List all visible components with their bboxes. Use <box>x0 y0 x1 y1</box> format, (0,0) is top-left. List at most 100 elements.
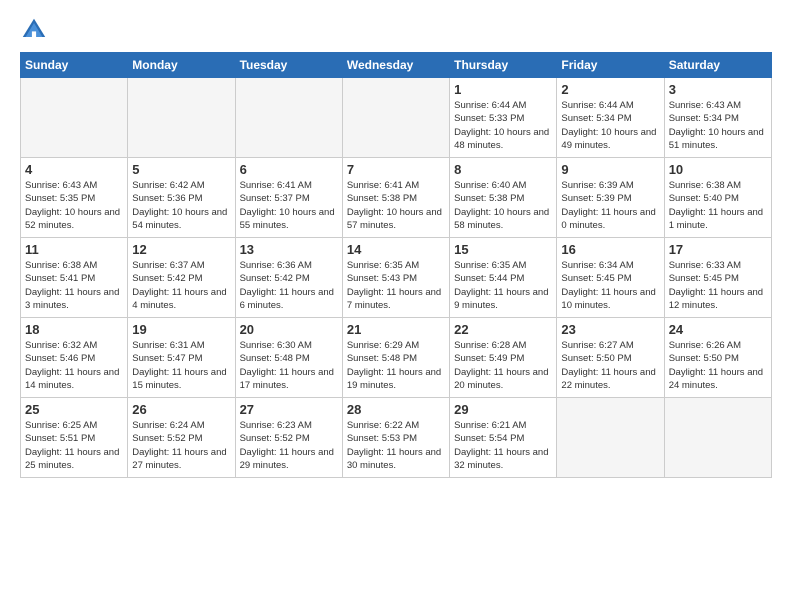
day-number: 27 <box>240 402 338 417</box>
weekday-header-tuesday: Tuesday <box>235 53 342 78</box>
calendar-cell: 1 Sunrise: 6:44 AM Sunset: 5:33 PM Daylig… <box>450 78 557 158</box>
cell-info: Sunrise: 6:43 AM Sunset: 5:35 PM Dayligh… <box>25 179 123 232</box>
calendar-cell: 19 Sunrise: 6:31 AM Sunset: 5:47 PM Dayli… <box>128 318 235 398</box>
week-row-4: 25 Sunrise: 6:25 AM Sunset: 5:51 PM Dayli… <box>21 398 772 478</box>
calendar-cell <box>557 398 664 478</box>
calendar-cell <box>342 78 449 158</box>
day-number: 11 <box>25 242 123 257</box>
day-number: 6 <box>240 162 338 177</box>
day-number: 18 <box>25 322 123 337</box>
day-number: 17 <box>669 242 767 257</box>
calendar-cell: 23 Sunrise: 6:27 AM Sunset: 5:50 PM Dayli… <box>557 318 664 398</box>
calendar-cell: 13 Sunrise: 6:36 AM Sunset: 5:42 PM Dayli… <box>235 238 342 318</box>
day-number: 12 <box>132 242 230 257</box>
weekday-header-sunday: Sunday <box>21 53 128 78</box>
calendar-cell: 15 Sunrise: 6:35 AM Sunset: 5:44 PM Dayli… <box>450 238 557 318</box>
day-number: 15 <box>454 242 552 257</box>
day-number: 24 <box>669 322 767 337</box>
cell-info: Sunrise: 6:41 AM Sunset: 5:37 PM Dayligh… <box>240 179 338 232</box>
day-number: 5 <box>132 162 230 177</box>
cell-info: Sunrise: 6:43 AM Sunset: 5:34 PM Dayligh… <box>669 99 767 152</box>
cell-info: Sunrise: 6:29 AM Sunset: 5:48 PM Dayligh… <box>347 339 445 392</box>
cell-info: Sunrise: 6:35 AM Sunset: 5:43 PM Dayligh… <box>347 259 445 312</box>
cell-info: Sunrise: 6:22 AM Sunset: 5:53 PM Dayligh… <box>347 419 445 472</box>
calendar-cell: 20Sunrise: 6:30 AM Sunset: 5:48 PM Dayli… <box>235 318 342 398</box>
cell-info: Sunrise: 6:36 AM Sunset: 5:42 PM Dayligh… <box>240 259 338 312</box>
calendar-cell: 27 Sunrise: 6:23 AM Sunset: 5:52 PM Dayli… <box>235 398 342 478</box>
day-number: 21 <box>347 322 445 337</box>
day-number: 29 <box>454 402 552 417</box>
weekday-header-saturday: Saturday <box>664 53 771 78</box>
cell-info: Sunrise: 6:38 AM Sunset: 5:41 PM Dayligh… <box>25 259 123 312</box>
cell-info: Sunrise: 6:40 AM Sunset: 5:38 PM Dayligh… <box>454 179 552 232</box>
cell-info: Sunrise: 6:41 AM Sunset: 5:38 PM Dayligh… <box>347 179 445 232</box>
calendar-cell: 10Sunrise: 6:38 AM Sunset: 5:40 PM Dayli… <box>664 158 771 238</box>
calendar-cell: 17 Sunrise: 6:33 AM Sunset: 5:45 PM Dayli… <box>664 238 771 318</box>
cell-info: Sunrise: 6:39 AM Sunset: 5:39 PM Dayligh… <box>561 179 659 232</box>
calendar-cell: 6 Sunrise: 6:41 AM Sunset: 5:37 PM Daylig… <box>235 158 342 238</box>
calendar-cell: 4Sunrise: 6:43 AM Sunset: 5:35 PM Daylig… <box>21 158 128 238</box>
day-number: 23 <box>561 322 659 337</box>
cell-info: Sunrise: 6:25 AM Sunset: 5:51 PM Dayligh… <box>25 419 123 472</box>
calendar-table: SundayMondayTuesdayWednesdayThursdayFrid… <box>20 52 772 478</box>
day-number: 10 <box>669 162 767 177</box>
cell-info: Sunrise: 6:32 AM Sunset: 5:46 PM Dayligh… <box>25 339 123 392</box>
calendar-cell: 24 Sunrise: 6:26 AM Sunset: 5:50 PM Dayli… <box>664 318 771 398</box>
day-number: 26 <box>132 402 230 417</box>
calendar-cell: 29 Sunrise: 6:21 AM Sunset: 5:54 PM Dayli… <box>450 398 557 478</box>
calendar-cell <box>664 398 771 478</box>
day-number: 14 <box>347 242 445 257</box>
logo-icon <box>20 16 48 44</box>
calendar-cell: 8 Sunrise: 6:40 AM Sunset: 5:38 PM Daylig… <box>450 158 557 238</box>
cell-info: Sunrise: 6:44 AM Sunset: 5:34 PM Dayligh… <box>561 99 659 152</box>
cell-info: Sunrise: 6:44 AM Sunset: 5:33 PM Dayligh… <box>454 99 552 152</box>
weekday-header-friday: Friday <box>557 53 664 78</box>
logo <box>20 16 52 44</box>
cell-info: Sunrise: 6:33 AM Sunset: 5:45 PM Dayligh… <box>669 259 767 312</box>
calendar-cell: 18 Sunrise: 6:32 AM Sunset: 5:46 PM Dayli… <box>21 318 128 398</box>
week-row-1: 4Sunrise: 6:43 AM Sunset: 5:35 PM Daylig… <box>21 158 772 238</box>
week-row-0: 1 Sunrise: 6:44 AM Sunset: 5:33 PM Daylig… <box>21 78 772 158</box>
day-number: 1 <box>454 82 552 97</box>
day-number: 8 <box>454 162 552 177</box>
cell-info: Sunrise: 6:30 AM Sunset: 5:48 PM Dayligh… <box>240 339 338 392</box>
calendar-cell: 28Sunrise: 6:22 AM Sunset: 5:53 PM Dayli… <box>342 398 449 478</box>
calendar-cell: 2 Sunrise: 6:44 AM Sunset: 5:34 PM Daylig… <box>557 78 664 158</box>
day-number: 7 <box>347 162 445 177</box>
weekday-header-monday: Monday <box>128 53 235 78</box>
calendar-cell: 3 Sunrise: 6:43 AM Sunset: 5:34 PM Daylig… <box>664 78 771 158</box>
calendar-cell: 25 Sunrise: 6:25 AM Sunset: 5:51 PM Dayli… <box>21 398 128 478</box>
cell-info: Sunrise: 6:37 AM Sunset: 5:42 PM Dayligh… <box>132 259 230 312</box>
calendar-cell: 22Sunrise: 6:28 AM Sunset: 5:49 PM Dayli… <box>450 318 557 398</box>
day-number: 2 <box>561 82 659 97</box>
day-number: 3 <box>669 82 767 97</box>
calendar-cell: 11 Sunrise: 6:38 AM Sunset: 5:41 PM Dayli… <box>21 238 128 318</box>
week-row-2: 11 Sunrise: 6:38 AM Sunset: 5:41 PM Dayli… <box>21 238 772 318</box>
calendar-cell: 14 Sunrise: 6:35 AM Sunset: 5:43 PM Dayli… <box>342 238 449 318</box>
cell-info: Sunrise: 6:23 AM Sunset: 5:52 PM Dayligh… <box>240 419 338 472</box>
calendar-cell: 21 Sunrise: 6:29 AM Sunset: 5:48 PM Dayli… <box>342 318 449 398</box>
header <box>20 16 772 44</box>
calendar-cell: 7 Sunrise: 6:41 AM Sunset: 5:38 PM Daylig… <box>342 158 449 238</box>
cell-info: Sunrise: 6:35 AM Sunset: 5:44 PM Dayligh… <box>454 259 552 312</box>
cell-info: Sunrise: 6:27 AM Sunset: 5:50 PM Dayligh… <box>561 339 659 392</box>
calendar-cell: 26Sunrise: 6:24 AM Sunset: 5:52 PM Dayli… <box>128 398 235 478</box>
day-number: 22 <box>454 322 552 337</box>
calendar-cell: 12 Sunrise: 6:37 AM Sunset: 5:42 PM Dayli… <box>128 238 235 318</box>
calendar-cell: 5 Sunrise: 6:42 AM Sunset: 5:36 PM Daylig… <box>128 158 235 238</box>
calendar-cell <box>235 78 342 158</box>
day-number: 9 <box>561 162 659 177</box>
day-number: 13 <box>240 242 338 257</box>
cell-info: Sunrise: 6:26 AM Sunset: 5:50 PM Dayligh… <box>669 339 767 392</box>
weekday-header-thursday: Thursday <box>450 53 557 78</box>
cell-info: Sunrise: 6:31 AM Sunset: 5:47 PM Dayligh… <box>132 339 230 392</box>
calendar-cell <box>21 78 128 158</box>
week-row-3: 18 Sunrise: 6:32 AM Sunset: 5:46 PM Dayli… <box>21 318 772 398</box>
cell-info: Sunrise: 6:21 AM Sunset: 5:54 PM Dayligh… <box>454 419 552 472</box>
weekday-header-row: SundayMondayTuesdayWednesdayThursdayFrid… <box>21 53 772 78</box>
day-number: 19 <box>132 322 230 337</box>
calendar-cell: 16Sunrise: 6:34 AM Sunset: 5:45 PM Dayli… <box>557 238 664 318</box>
day-number: 25 <box>25 402 123 417</box>
weekday-header-wednesday: Wednesday <box>342 53 449 78</box>
cell-info: Sunrise: 6:42 AM Sunset: 5:36 PM Dayligh… <box>132 179 230 232</box>
